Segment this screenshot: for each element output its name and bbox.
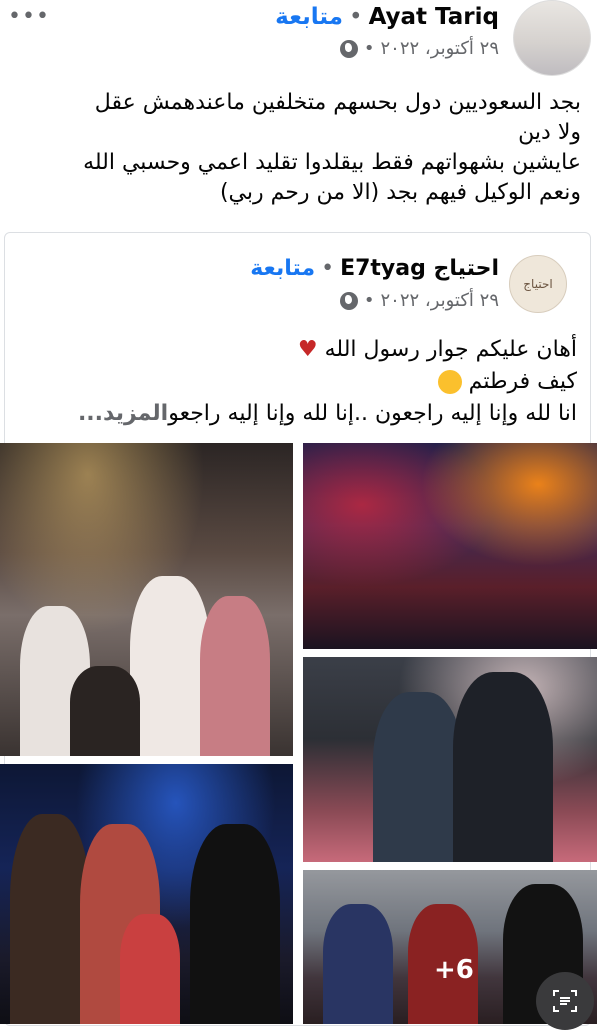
photo-1[interactable]: [0, 443, 293, 756]
photo-figure: [453, 672, 553, 862]
shared-text-line-content: أهان عليكم جوار رسول الله: [324, 337, 577, 362]
shared-text-line: أهان عليكم جوار رسول الله ♥: [20, 334, 577, 366]
shared-post-header: احتياج E7tyag•متابعة: [250, 256, 499, 281]
photo-3[interactable]: [303, 657, 597, 862]
separator-dot: •: [363, 290, 375, 311]
photo-figure: [190, 824, 280, 1024]
broken-heart-icon: ♥: [297, 337, 318, 362]
post-text: بجد السعوديين دول بحسهم متخلفين ماعندهمش…: [14, 88, 581, 208]
author-name[interactable]: Ayat Tariq: [369, 4, 499, 30]
post-text-line: بجد السعوديين دول بحسهم متخلفين ماعندهمش…: [94, 90, 581, 115]
separator-dot: •: [363, 38, 375, 59]
shared-avatar-text: احتياج: [523, 277, 553, 291]
see-more-link[interactable]: المزيد...: [78, 401, 168, 426]
shared-text-line-content: انا لله وإنا إليه راجعون ..إنا لله وإنا …: [168, 401, 577, 426]
photo-figure: [130, 576, 210, 756]
shared-author-name[interactable]: احتياج E7tyag: [340, 256, 499, 281]
post-date[interactable]: ٢٩ أكتوبر، ٢٠٢٢: [380, 38, 499, 59]
separator-dot: •: [348, 4, 363, 30]
shared-text-line: كيف فرطتم: [20, 366, 577, 398]
more-photos-count[interactable]: +6: [434, 955, 474, 985]
shared-text-line-content: كيف فرطتم: [468, 369, 577, 394]
post-header: Ayat Tariq•متابعة: [275, 4, 499, 30]
photo-figure: [120, 914, 180, 1024]
photo-4[interactable]: [0, 764, 293, 1024]
photo-figure: [70, 666, 140, 756]
post-meta: ٢٩ أكتوبر، ٢٠٢٢ •: [339, 38, 499, 59]
post-text-line: ولا دين: [518, 120, 581, 145]
text-scan-icon[interactable]: [536, 972, 594, 1030]
post-text-line: ونعم الوكيل فيهم بجد (الا من رحم ربي): [219, 180, 581, 205]
shared-post-meta: ٢٩ أكتوبر، ٢٠٢٢ •: [339, 290, 499, 311]
author-avatar[interactable]: [513, 0, 591, 76]
shared-author-avatar[interactable]: احتياج: [509, 255, 567, 313]
globe-icon: [339, 291, 358, 310]
photo-2[interactable]: [303, 443, 597, 649]
globe-icon: [339, 39, 358, 58]
photo-figure: [373, 692, 463, 862]
follow-button[interactable]: متابعة: [275, 4, 343, 30]
post-text-line: عايشين بشهواتهم فقط بيقلدوا تقليد اعمي و…: [83, 150, 581, 175]
more-dots-icon[interactable]: •••: [8, 4, 50, 29]
shared-text-line: انا لله وإنا إليه راجعون ..إنا لله وإنا …: [20, 398, 577, 430]
shared-post-date[interactable]: ٢٩ أكتوبر، ٢٠٢٢: [380, 290, 499, 311]
photo-figure: [200, 596, 270, 756]
shared-post-text: أهان عليكم جوار رسول الله ♥ كيف فرطتم ان…: [20, 334, 577, 430]
separator-dot: •: [321, 256, 335, 281]
text-scan-icon-svg: [553, 990, 577, 1012]
sad-face-icon: [437, 370, 462, 394]
shared-follow-button[interactable]: متابعة: [250, 256, 315, 281]
photo-figure: [10, 814, 90, 1024]
